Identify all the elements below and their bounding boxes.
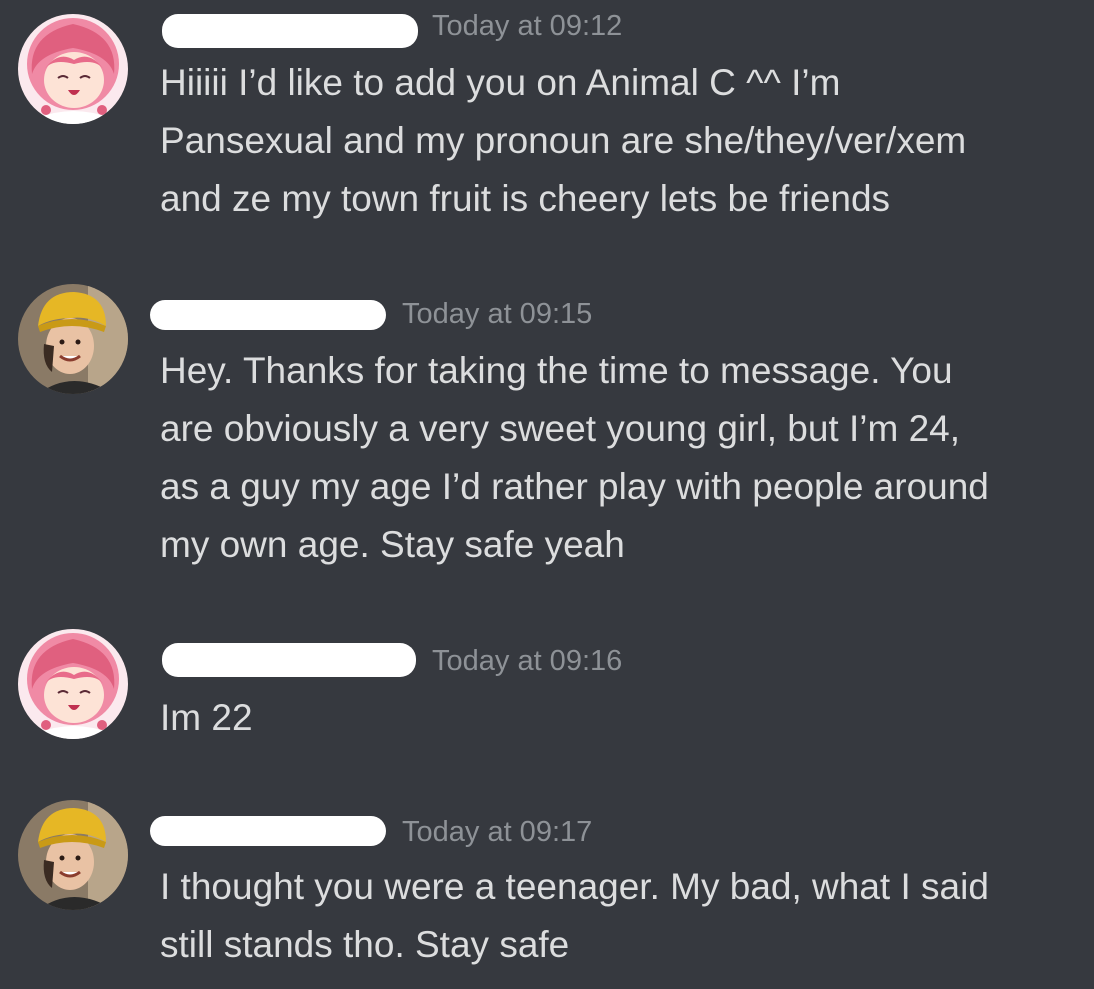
message-2: Today at 09:15 Hey. Thanks for taking th… [0,280,1094,580]
man-beanie-avatar[interactable] [18,800,128,910]
message-content: Hiiiii I’d like to add you on Animal C ^… [160,54,1090,228]
message-line: my own age. Stay safe yeah [160,524,625,565]
anime-girl-avatar[interactable] [18,629,128,739]
message-4: Today at 09:17 I thought you were a teen… [0,796,1094,986]
message-line: Im 22 [160,697,253,738]
redacted-username [150,300,386,330]
message-line: are obviously a very sweet young girl, b… [160,408,960,449]
man-beanie-avatar[interactable] [18,284,128,394]
message-content: Hey. Thanks for taking the time to messa… [160,342,1090,574]
message-1: Today at 09:12 Hiiiii I’d like to add yo… [0,0,1094,240]
redacted-username [150,816,386,846]
message-line: Hey. Thanks for taking the time to messa… [160,350,953,391]
message-3: Today at 09:16 Im 22 [0,625,1094,755]
message-line: I thought you were a teenager. My bad, w… [160,866,989,907]
anime-girl-avatar[interactable] [18,14,128,124]
message-content: I thought you were a teenager. My bad, w… [160,858,1090,974]
message-line: Pansexual and my pronoun are she/they/ve… [160,120,967,161]
message-timestamp: Today at 09:17 [402,816,593,848]
message-content: Im 22 [160,689,1090,747]
message-timestamp: Today at 09:16 [432,645,623,677]
message-timestamp: Today at 09:12 [432,10,623,42]
redacted-username [162,14,418,48]
message-timestamp: Today at 09:15 [402,298,593,330]
message-line: and ze my town fruit is cheery lets be f… [160,178,891,219]
message-line: as a guy my age I’d rather play with peo… [160,466,989,507]
redacted-username [162,643,416,677]
message-line: Hiiiii I’d like to add you on Animal C ^… [160,62,841,103]
message-line: still stands tho. Stay safe [160,924,570,965]
